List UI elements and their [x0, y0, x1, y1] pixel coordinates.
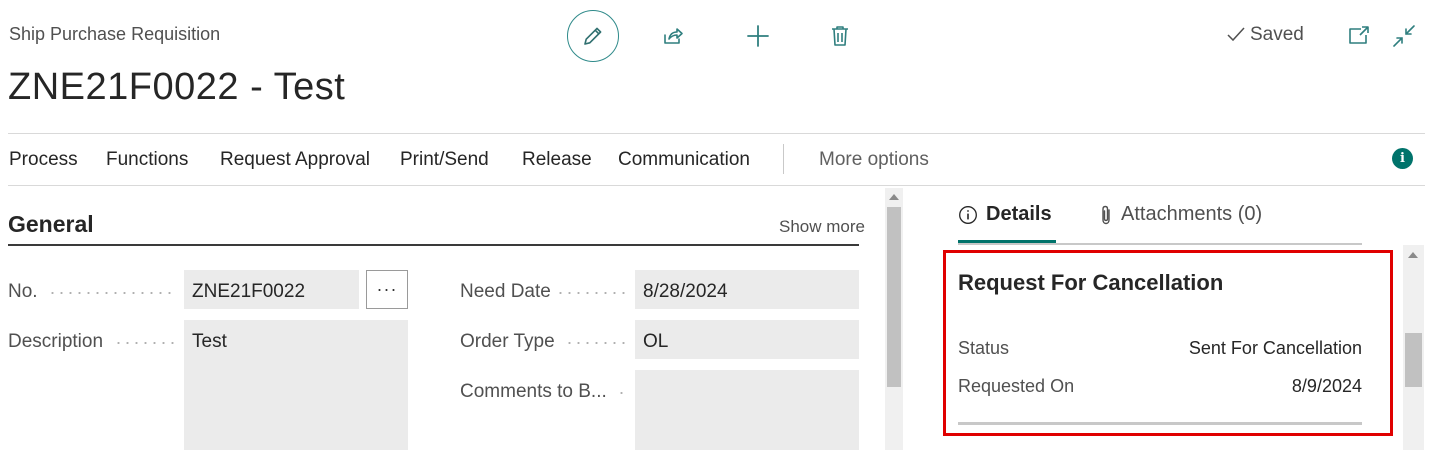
- scroll-up-arrow[interactable]: [889, 194, 899, 200]
- collapse-icon: [1393, 25, 1415, 47]
- edit-pencil-icon: [584, 27, 602, 45]
- field-label-no: No.: [8, 281, 38, 302]
- action-release[interactable]: Release: [522, 149, 592, 171]
- show-more-link[interactable]: Show more: [779, 217, 865, 237]
- info-circle-icon: [959, 205, 977, 224]
- field-label-description: Description: [8, 331, 104, 352]
- comments-field[interactable]: [635, 370, 859, 450]
- paperclip-icon: [1102, 205, 1110, 224]
- action-separator: [783, 144, 784, 174]
- field-leader-dots: [114, 342, 174, 344]
- field-leader-dots: [48, 292, 174, 294]
- more-options-button[interactable]: More options: [819, 149, 929, 171]
- action-print-send[interactable]: Print/Send: [400, 149, 489, 171]
- share-icon: [664, 28, 683, 44]
- action-bar: Process Functions Request Approval Print…: [0, 134, 1434, 185]
- action-process[interactable]: Process: [9, 149, 78, 171]
- field-leader-dots: [617, 392, 626, 394]
- share-button[interactable]: [655, 18, 691, 54]
- section-divider: [8, 244, 859, 246]
- description-field[interactable]: Test: [184, 320, 408, 450]
- need-date-field[interactable]: 8/28/2024: [635, 270, 859, 309]
- delete-button[interactable]: [822, 18, 858, 54]
- saved-status-label: Saved: [1250, 24, 1304, 45]
- tab-details[interactable]: Details: [958, 203, 1052, 226]
- field-label-order-type: Order Type: [460, 331, 555, 352]
- trash-icon: [832, 26, 848, 46]
- page-title: ZNE21F0022 - Test: [8, 66, 346, 108]
- action-communication[interactable]: Communication: [618, 149, 750, 171]
- no-field[interactable]: ZNE21F0022: [184, 270, 359, 309]
- tab-divider: [958, 243, 1362, 245]
- tab-attachments-label: Attachments (0): [1121, 203, 1263, 225]
- field-leader-dots: [556, 292, 626, 294]
- new-button[interactable]: [740, 18, 776, 54]
- field-label-need-date: Need Date: [460, 281, 551, 302]
- active-tab-indicator: [958, 240, 1056, 243]
- tab-attachments[interactable]: Attachments (0): [1099, 203, 1262, 226]
- factbox-scroll-up-arrow[interactable]: [1408, 252, 1418, 258]
- checkmark-icon: [1227, 27, 1245, 42]
- plus-icon: [747, 25, 769, 47]
- info-icon[interactable]: i: [1392, 148, 1413, 169]
- field-label-comments: Comments to B...: [460, 381, 607, 402]
- collapse-button[interactable]: [1388, 20, 1420, 52]
- action-bar-divider: [8, 185, 1425, 186]
- edit-button[interactable]: [567, 10, 619, 62]
- highlight-box: [943, 250, 1393, 436]
- open-in-new-window-button[interactable]: [1344, 20, 1374, 50]
- open-new-window-icon: [1349, 26, 1369, 44]
- no-assist-button[interactable]: ···: [366, 270, 408, 309]
- order-type-field[interactable]: OL: [635, 320, 859, 359]
- action-functions[interactable]: Functions: [106, 149, 188, 171]
- page-caption: Ship Purchase Requisition: [9, 24, 221, 44]
- tab-details-label: Details: [986, 203, 1052, 225]
- saved-status: Saved: [1226, 24, 1304, 46]
- factbox-scrollbar-thumb[interactable]: [1405, 333, 1422, 387]
- action-request-approval[interactable]: Request Approval: [220, 149, 370, 171]
- field-leader-dots: [565, 342, 626, 344]
- section-title-general[interactable]: General: [8, 211, 94, 238]
- main-scrollbar-thumb[interactable]: [887, 207, 901, 387]
